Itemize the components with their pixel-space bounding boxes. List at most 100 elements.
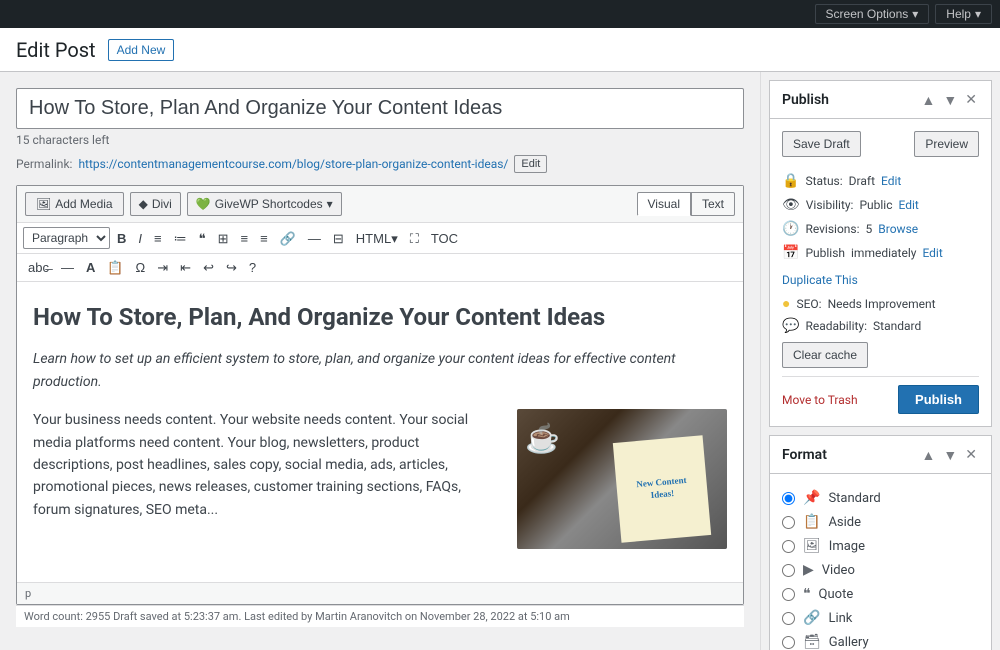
html-button[interactable]: HTML▾ bbox=[351, 229, 403, 248]
format-icon-standard: 📌 bbox=[803, 490, 820, 506]
sidebar: Publish ▲ ▼ ✕ Save Draft Preview 🔒 bbox=[760, 72, 1000, 650]
publish-panel-header[interactable]: Publish ▲ ▼ ✕ bbox=[770, 81, 991, 119]
format-icon-image: 🖼 bbox=[803, 538, 821, 554]
content-image: ☕ New Content Ideas! bbox=[517, 409, 727, 549]
revisions-browse-link[interactable]: Browse bbox=[878, 222, 918, 236]
givewp-button[interactable]: 💚 GiveWP Shortcodes ▾ bbox=[187, 192, 342, 216]
add-new-button[interactable]: Add New bbox=[108, 39, 175, 61]
permalink-row: Permalink: https://contentmanagementcour… bbox=[16, 155, 744, 173]
bold-button[interactable]: B bbox=[112, 229, 131, 248]
undo-button[interactable]: ↩ bbox=[198, 258, 219, 277]
format-item-standard: 📌 Standard bbox=[782, 486, 979, 510]
format-label-video[interactable]: Video bbox=[822, 563, 855, 578]
separator-button[interactable]: — bbox=[56, 258, 79, 277]
content-image-placeholder: ☕ New Content Ideas! bbox=[517, 409, 727, 549]
format-radio-gallery[interactable] bbox=[782, 636, 795, 649]
notebook-paper: New Content Ideas! bbox=[613, 435, 711, 542]
duplicate-link[interactable]: Duplicate This bbox=[782, 273, 979, 287]
preview-button[interactable]: Preview bbox=[914, 131, 979, 157]
publish-button[interactable]: Publish bbox=[898, 385, 979, 414]
toolbar-row-1: Paragraph B I ≡ ≔ ❝ ⊞ ≡ ≡ 🔗 — ⊟ HTML▾ ⛶ … bbox=[17, 223, 743, 254]
fullscreen-button[interactable]: ⛶ bbox=[405, 229, 424, 248]
editor-footer: p bbox=[17, 582, 743, 604]
format-item-link: 🔗 Link bbox=[782, 606, 979, 630]
format-label-link[interactable]: Link bbox=[828, 611, 852, 626]
text-color-button[interactable]: A bbox=[81, 258, 100, 277]
revisions-icon: 🕐 bbox=[782, 221, 799, 237]
publish-collapse-up-button[interactable]: ▲ bbox=[920, 90, 938, 110]
chevron-down-icon: ▾ bbox=[327, 197, 333, 211]
editor-tabs: Visual Text bbox=[637, 192, 735, 216]
visibility-label: Visibility: bbox=[806, 198, 854, 212]
visibility-row: 👁 Visibility: Public Edit bbox=[782, 193, 979, 217]
indent-button[interactable]: ⇥ bbox=[152, 258, 173, 277]
format-radio-aside[interactable] bbox=[782, 516, 795, 529]
publish-collapse-down-button[interactable]: ▼ bbox=[941, 90, 959, 110]
publish-timing-edit-link[interactable]: Edit bbox=[922, 246, 942, 260]
status-edit-link[interactable]: Edit bbox=[881, 174, 901, 188]
revisions-value: 5 bbox=[866, 222, 873, 236]
paragraph-select[interactable]: Paragraph bbox=[23, 227, 110, 249]
readability-icon: 💬 bbox=[782, 318, 799, 334]
help-button[interactable]: Help ▾ bbox=[935, 4, 992, 24]
format-radio-video[interactable] bbox=[782, 564, 795, 577]
italic-button[interactable]: I bbox=[133, 229, 147, 248]
last-saved-text: Draft saved at 5:23:37 am. Last edited b… bbox=[113, 610, 570, 623]
format-panel-title: Format bbox=[782, 447, 827, 463]
page-title: Edit Post bbox=[16, 38, 96, 62]
format-radio-quote[interactable] bbox=[782, 588, 795, 601]
align-left-button[interactable]: ⊞ bbox=[213, 229, 234, 248]
unordered-list-button[interactable]: ≡ bbox=[149, 229, 167, 248]
visibility-icon: 👁 bbox=[782, 197, 800, 213]
keyboard-shortcuts-button[interactable]: ? bbox=[244, 258, 261, 277]
link-button[interactable]: 🔗 bbox=[275, 229, 301, 248]
permalink-edit-button[interactable]: Edit bbox=[514, 155, 547, 173]
text-tab[interactable]: Text bbox=[691, 192, 735, 216]
format-collapse-up-button[interactable]: ▲ bbox=[920, 445, 938, 465]
strikethrough-button[interactable]: abc̶ bbox=[23, 258, 54, 277]
more-button[interactable]: — bbox=[303, 229, 326, 248]
permalink-url[interactable]: https://contentmanagementcourse.com/blog… bbox=[78, 157, 508, 171]
move-to-trash-link[interactable]: Move to Trash bbox=[782, 393, 858, 407]
coffee-cup-icon: ☕ bbox=[525, 417, 560, 462]
save-draft-button[interactable]: Save Draft bbox=[782, 131, 861, 157]
toolbar-row-2: abc̶ — A 📋 Ω ⇥ ⇤ ↩ ↪ ? bbox=[17, 254, 743, 282]
redo-button[interactable]: ↪ bbox=[221, 258, 242, 277]
outdent-button[interactable]: ⇤ bbox=[175, 258, 196, 277]
special-chars-button[interactable]: Ω bbox=[131, 258, 151, 277]
format-collapse-down-button[interactable]: ▼ bbox=[941, 445, 959, 465]
custom-chars-button[interactable]: ⊟ bbox=[328, 229, 349, 248]
format-label-aside[interactable]: Aside bbox=[828, 515, 861, 530]
add-media-button[interactable]: 🖼 Add Media bbox=[25, 192, 124, 216]
screen-options-button[interactable]: Screen Options ▾ bbox=[815, 4, 930, 24]
format-label-standard[interactable]: Standard bbox=[828, 491, 880, 506]
format-panel-header[interactable]: Format ▲ ▼ ✕ bbox=[770, 436, 991, 474]
format-icon-gallery: 🗃 bbox=[803, 634, 821, 650]
format-close-button[interactable]: ✕ bbox=[963, 444, 979, 465]
format-radio-image[interactable] bbox=[782, 540, 795, 553]
publish-close-button[interactable]: ✕ bbox=[963, 89, 979, 110]
content-with-image: Your business needs content. Your websit… bbox=[33, 409, 727, 549]
divi-button[interactable]: ◆ Divi bbox=[130, 192, 181, 216]
format-label-gallery[interactable]: Gallery bbox=[829, 635, 869, 650]
visibility-edit-link[interactable]: Edit bbox=[899, 198, 919, 212]
align-right-button[interactable]: ≡ bbox=[255, 229, 273, 248]
toc-button[interactable]: TOC bbox=[426, 229, 463, 248]
format-label-image[interactable]: Image bbox=[829, 539, 865, 554]
paste-text-button[interactable]: 📋 bbox=[102, 258, 128, 277]
divi-icon: ◆ bbox=[139, 197, 148, 211]
format-radio-standard[interactable] bbox=[782, 492, 795, 505]
seo-label: SEO: bbox=[796, 297, 821, 311]
format-label-quote[interactable]: Quote bbox=[819, 587, 854, 602]
publish-timing-label: Publish bbox=[805, 246, 845, 260]
visual-tab[interactable]: Visual bbox=[637, 192, 691, 216]
ordered-list-button[interactable]: ≔ bbox=[169, 229, 192, 248]
editor-content[interactable]: How To Store, Plan, And Organize Your Co… bbox=[17, 282, 743, 582]
post-title-input[interactable] bbox=[16, 88, 744, 129]
blockquote-button[interactable]: ❝ bbox=[194, 229, 211, 248]
format-radio-link[interactable] bbox=[782, 612, 795, 625]
format-panel-content: 📌 Standard 📋 Aside 🖼 Image ▶ Video ❝ Quo… bbox=[770, 474, 991, 650]
clear-cache-button[interactable]: Clear cache bbox=[782, 342, 868, 368]
align-center-button[interactable]: ≡ bbox=[236, 229, 254, 248]
publish-actions: Save Draft Preview bbox=[782, 131, 979, 157]
